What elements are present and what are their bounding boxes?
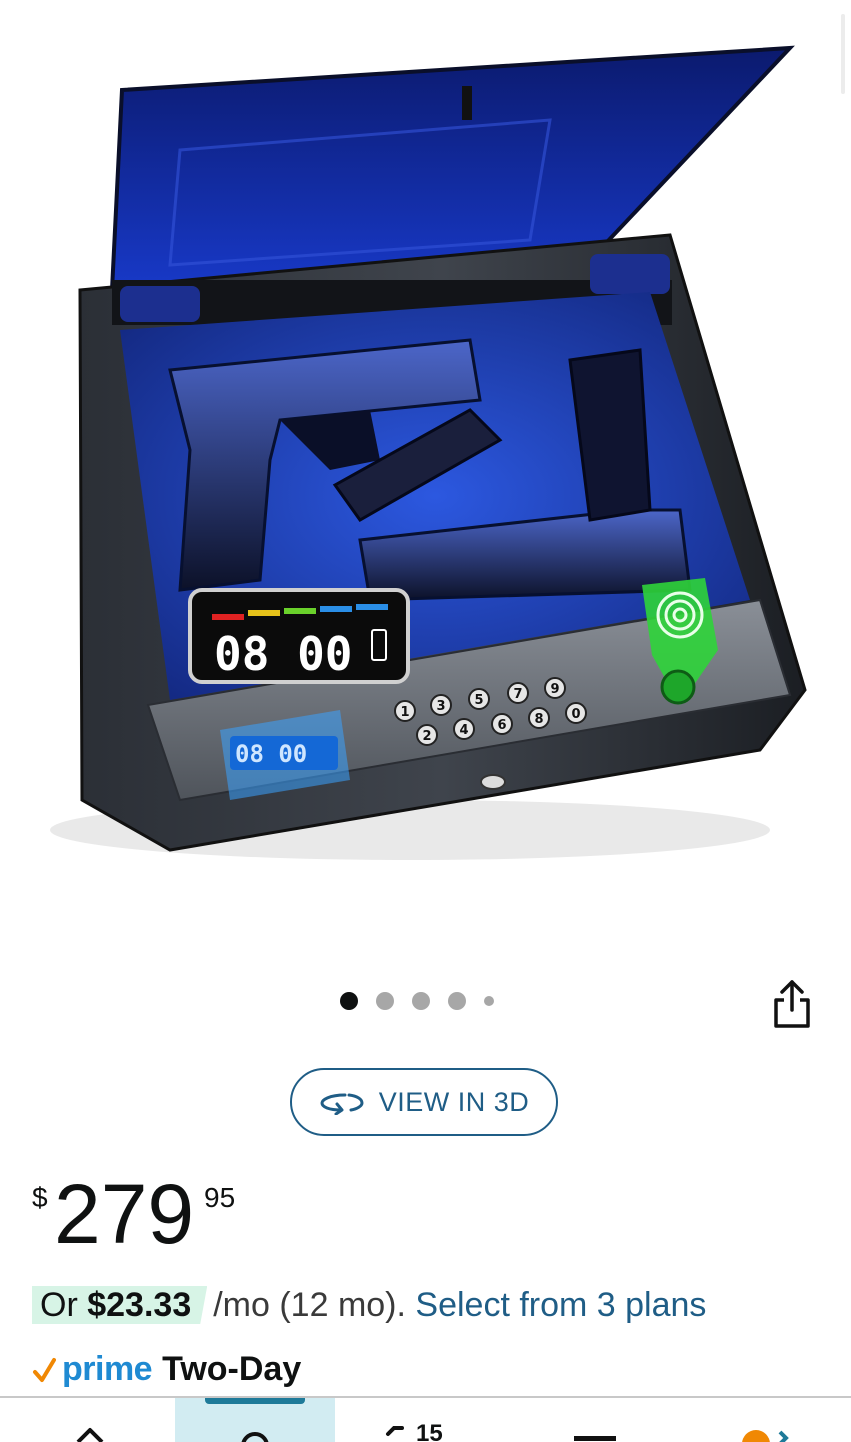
view-in-3d-button[interactable]: VIEW IN 3D (290, 1068, 558, 1136)
prime-check-icon (33, 1357, 56, 1382)
carousel-dot-1[interactable] (340, 992, 358, 1010)
svg-text:0: 0 (571, 707, 580, 722)
svg-text:5: 5 (474, 693, 483, 708)
home-icon (76, 1428, 104, 1442)
nav-search[interactable] (175, 1398, 335, 1442)
nav-menu[interactable] (560, 1398, 630, 1442)
bottom-navigation: 15 (0, 1396, 851, 1442)
carousel-dot-3[interactable] (412, 992, 430, 1010)
share-button[interactable] (768, 976, 816, 1032)
scroll-indicator (841, 14, 845, 94)
svg-text:4: 4 (459, 723, 468, 738)
rotate-3d-icon (320, 1093, 364, 1115)
cart-count: 15 (416, 1420, 443, 1442)
svg-text:9: 9 (550, 682, 559, 697)
installment-amount: $23.33 (87, 1286, 192, 1324)
image-carousel-dots[interactable] (340, 992, 494, 1010)
carousel-dot-5[interactable] (484, 996, 494, 1006)
installment-term: /mo (12 mo). (213, 1286, 406, 1324)
account-icon (742, 1430, 789, 1442)
clock-display: 08 00 (188, 588, 410, 684)
carousel-dot-4[interactable] (448, 992, 466, 1010)
svg-text:3: 3 (436, 699, 445, 714)
price-whole: 279 (54, 1167, 195, 1261)
nav-account[interactable] (730, 1398, 800, 1442)
svg-text:6: 6 (497, 718, 506, 733)
installment-offer: Or $23.33/mo (12 mo). Select from 3 plan… (32, 1286, 706, 1325)
price-currency: $ (32, 1182, 48, 1213)
prime-logo: prime (62, 1350, 153, 1388)
delivery-speed: Two-Day (162, 1350, 302, 1388)
svg-text:8: 8 (534, 712, 543, 727)
menu-icon (574, 1436, 616, 1441)
installment-prefix: Or (40, 1286, 78, 1324)
active-tab-indicator (205, 1398, 305, 1404)
select-plans-link[interactable]: Select from 3 plans (415, 1286, 706, 1324)
installment-highlight: Or $23.33 (32, 1286, 208, 1324)
svg-text:1: 1 (400, 705, 409, 720)
cart-icon (386, 1426, 404, 1436)
price-fraction: 95 (204, 1182, 236, 1213)
nav-home[interactable] (40, 1398, 140, 1442)
view-in-3d-label: VIEW IN 3D (378, 1086, 530, 1117)
gun-safe-illustration: 08 00 08 00 1 3 5 7 9 2 4 6 8 0 (50, 45, 807, 860)
svg-text:7: 7 (513, 687, 522, 702)
svg-text:08 00: 08 00 (214, 627, 352, 681)
carousel-dot-2[interactable] (376, 992, 394, 1010)
product-image[interactable]: 08 00 08 00 1 3 5 7 9 2 4 6 8 0 (30, 40, 820, 880)
nav-cart[interactable]: 15 (380, 1398, 470, 1442)
prime-delivery: prime Two-Day (32, 1350, 301, 1389)
svg-text:2: 2 (422, 729, 431, 744)
search-icon (241, 1432, 269, 1442)
share-icon (774, 980, 810, 1028)
svg-text:08 00: 08 00 (235, 740, 307, 768)
